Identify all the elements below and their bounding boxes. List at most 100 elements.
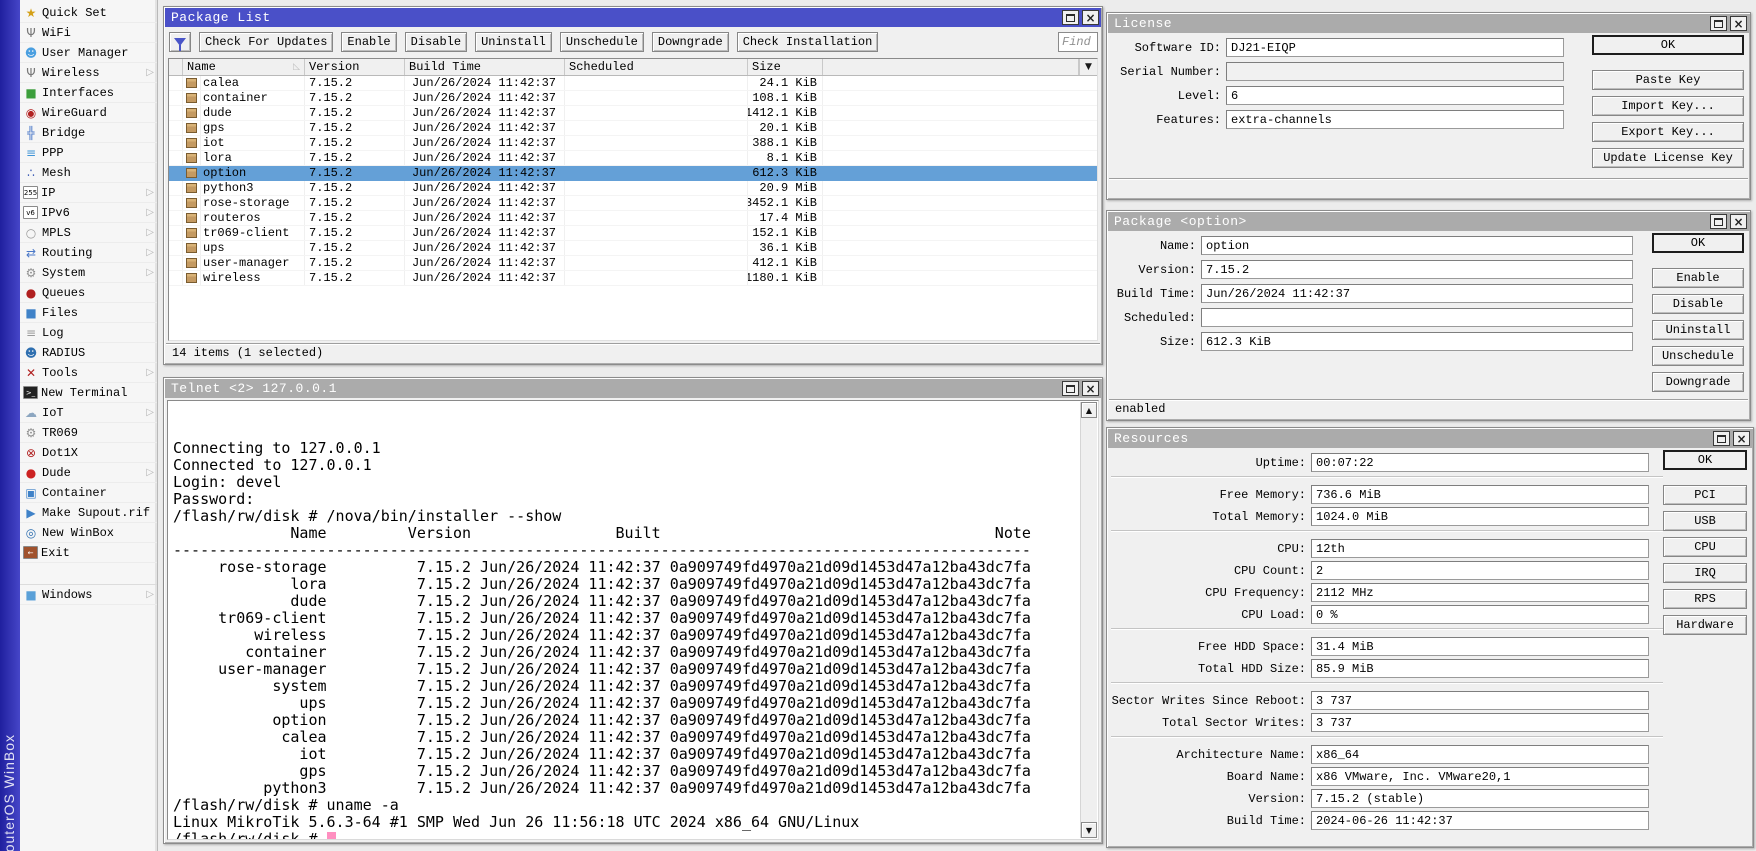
resources-field-total-hdd-size[interactable]: 85.9 MiB (1311, 659, 1649, 678)
irq-button[interactable]: IRQ (1663, 563, 1747, 583)
find-input[interactable] (1058, 32, 1098, 52)
table-row-tr069-client[interactable]: tr069-client7.15.2Jun/26/2024 11:42:3715… (169, 226, 1097, 241)
downgrade-button[interactable]: Downgrade (652, 32, 729, 52)
usb-button[interactable]: USB (1663, 511, 1747, 531)
scrollbar-track[interactable]: ▲ ▼ (1080, 402, 1097, 838)
resources-field-cpu-frequency[interactable]: 2112 MHz (1311, 583, 1649, 602)
sidebar-item-exit[interactable]: ←Exit (20, 543, 157, 563)
sidebar-item-tools[interactable]: ✕Tools▷ (20, 363, 157, 383)
telnet-titlebar[interactable]: Telnet <2> 127.0.0.1 × (165, 379, 1101, 398)
sidebar-item-iot[interactable]: ☁IoT▷ (20, 403, 157, 423)
sidebar-item-make-supout-rif[interactable]: ▶Make Supout.rif (20, 503, 157, 523)
column-header-name[interactable]: Name◺ (183, 59, 305, 75)
sidebar-item-ppp[interactable]: ≡PPP (20, 143, 157, 163)
package-field-scheduled[interactable] (1201, 308, 1633, 327)
package-field-size[interactable]: 612.3 KiB (1201, 332, 1633, 351)
table-row-lora[interactable]: lora7.15.2Jun/26/2024 11:42:378.1 KiB (169, 151, 1097, 166)
sidebar-item-bridge[interactable]: ╬Bridge (20, 123, 157, 143)
rps-button[interactable]: RPS (1663, 589, 1747, 609)
sidebar-item-wifi[interactable]: ΨWiFi (20, 23, 157, 43)
disable-button[interactable]: Disable (405, 32, 467, 52)
uninstall-button[interactable]: Uninstall (1652, 320, 1744, 340)
sidebar-item-interfaces[interactable]: ■Interfaces (20, 83, 157, 103)
terminal-area[interactable]: Connecting to 127.0.0.1 Connected to 127… (167, 400, 1099, 840)
sidebar-item-wireless[interactable]: ΨWireless▷ (20, 63, 157, 83)
table-row-routeros[interactable]: routeros7.15.2Jun/26/2024 11:42:3717.4 M… (169, 211, 1097, 226)
package-list-titlebar[interactable]: Package List × (165, 8, 1101, 27)
package-field-version[interactable]: 7.15.2 (1201, 260, 1633, 279)
close-icon[interactable]: × (1730, 214, 1747, 229)
sidebar-item-windows[interactable]: ■Windows▷ (20, 585, 157, 605)
resources-field-sector-writes-since-reboot[interactable]: 3 737 (1311, 691, 1649, 710)
sidebar-item-user-manager[interactable]: ☻User Manager (20, 43, 157, 63)
resources-field-cpu-count[interactable]: 2 (1311, 561, 1649, 580)
table-row-user-manager[interactable]: user-manager7.15.2Jun/26/2024 11:42:3741… (169, 256, 1097, 271)
sidebar-item-new-terminal[interactable]: >_New Terminal (20, 383, 157, 403)
uninstall-button[interactable]: Uninstall (475, 32, 552, 52)
table-row-ups[interactable]: ups7.15.2Jun/26/2024 11:42:3736.1 KiB (169, 241, 1097, 256)
sidebar-item-quick-set[interactable]: ★Quick Set (20, 3, 157, 23)
ok-button[interactable]: OK (1592, 35, 1744, 55)
license-field-serial-number[interactable] (1226, 62, 1564, 81)
sidebar-item-wireguard[interactable]: ◉WireGuard (20, 103, 157, 123)
column-header-scheduled[interactable]: Scheduled (565, 59, 748, 75)
scroll-up-button[interactable]: ▲ (1081, 402, 1097, 418)
resources-field-uptime[interactable]: 00:07:22 (1311, 453, 1649, 472)
close-icon[interactable]: × (1733, 431, 1750, 446)
import-key-button[interactable]: Import Key... (1592, 96, 1744, 116)
license-titlebar[interactable]: License × (1108, 14, 1749, 33)
column-header-size[interactable]: Size (748, 59, 823, 75)
resources-field-cpu[interactable]: 12th (1311, 539, 1649, 558)
license-field-software-id[interactable]: DJ21-EIQP (1226, 38, 1564, 57)
disable-button[interactable]: Disable (1652, 294, 1744, 314)
sidebar-item-log[interactable]: ≡Log (20, 323, 157, 343)
downgrade-button[interactable]: Downgrade (1652, 372, 1744, 392)
sidebar-item-mpls[interactable]: ○MPLS▷ (20, 223, 157, 243)
resources-field-total-memory[interactable]: 1024.0 MiB (1311, 507, 1649, 526)
check-installation-button[interactable]: Check Installation (737, 32, 879, 52)
enable-button[interactable]: Enable (341, 32, 396, 52)
table-row-dude[interactable]: dude7.15.2Jun/26/2024 11:42:371412.1 KiB (169, 106, 1097, 121)
package-option-titlebar[interactable]: Package <option> × (1108, 212, 1749, 231)
unschedule-button[interactable]: Unschedule (1652, 346, 1744, 366)
sidebar-item-routing[interactable]: ⇄Routing▷ (20, 243, 157, 263)
ok-button[interactable]: OK (1663, 450, 1747, 470)
maximize-button[interactable] (1062, 381, 1079, 396)
column-header-version[interactable]: Version (305, 59, 405, 75)
column-header-build-time[interactable]: Build Time (405, 59, 565, 75)
cpu-button[interactable]: CPU (1663, 537, 1747, 557)
sidebar-item-new-winbox[interactable]: ◎New WinBox (20, 523, 157, 543)
resources-field-version[interactable]: 7.15.2 (stable) (1311, 789, 1649, 808)
filter-button[interactable] (169, 32, 191, 52)
table-row-option[interactable]: option7.15.2Jun/26/2024 11:42:37612.3 Ki… (169, 166, 1097, 181)
sidebar-item-queues[interactable]: ●Queues (20, 283, 157, 303)
sidebar-item-dude[interactable]: ●Dude▷ (20, 463, 157, 483)
pci-button[interactable]: PCI (1663, 485, 1747, 505)
resources-field-free-memory[interactable]: 736.6 MiB (1311, 485, 1649, 504)
check-for-updates-button[interactable]: Check For Updates (199, 32, 333, 52)
resources-field-build-time[interactable]: 2024-06-26 11:42:37 (1311, 811, 1649, 830)
resources-field-free-hdd-space[interactable]: 31.4 MiB (1311, 637, 1649, 656)
sidebar-item-radius[interactable]: ☻RADIUS (20, 343, 157, 363)
table-row-calea[interactable]: calea7.15.2Jun/26/2024 11:42:3724.1 KiB (169, 76, 1097, 91)
close-icon[interactable]: × (1730, 16, 1747, 31)
package-field-build-time[interactable]: Jun/26/2024 11:42:37 (1201, 284, 1633, 303)
sidebar-item-tr069[interactable]: ⚙TR069 (20, 423, 157, 443)
table-row-gps[interactable]: gps7.15.2Jun/26/2024 11:42:3720.1 KiB (169, 121, 1097, 136)
sidebar-item-files[interactable]: ■Files (20, 303, 157, 323)
table-row-iot[interactable]: iot7.15.2Jun/26/2024 11:42:37388.1 KiB (169, 136, 1097, 151)
package-field-name[interactable]: option (1201, 236, 1633, 255)
scroll-down-button[interactable]: ▼ (1081, 822, 1097, 838)
enable-button[interactable]: Enable (1652, 268, 1744, 288)
table-row-wireless[interactable]: wireless7.15.2Jun/26/2024 11:42:371180.1… (169, 271, 1097, 286)
sidebar-item-dot1x[interactable]: ⊗Dot1X (20, 443, 157, 463)
maximize-button[interactable] (1713, 431, 1730, 446)
table-row-python3[interactable]: python37.15.2Jun/26/2024 11:42:3720.9 Mi… (169, 181, 1097, 196)
sidebar-item-ip[interactable]: 255IP▷ (20, 183, 157, 203)
resources-titlebar[interactable]: Resources × (1108, 429, 1752, 448)
resources-field-cpu-load[interactable]: 0 % (1311, 605, 1649, 624)
license-field-level[interactable]: 6 (1226, 86, 1564, 105)
maximize-button[interactable] (1710, 214, 1727, 229)
table-row-container[interactable]: container7.15.2Jun/26/2024 11:42:37108.1… (169, 91, 1097, 106)
sidebar-item-system[interactable]: ⚙System▷ (20, 263, 157, 283)
